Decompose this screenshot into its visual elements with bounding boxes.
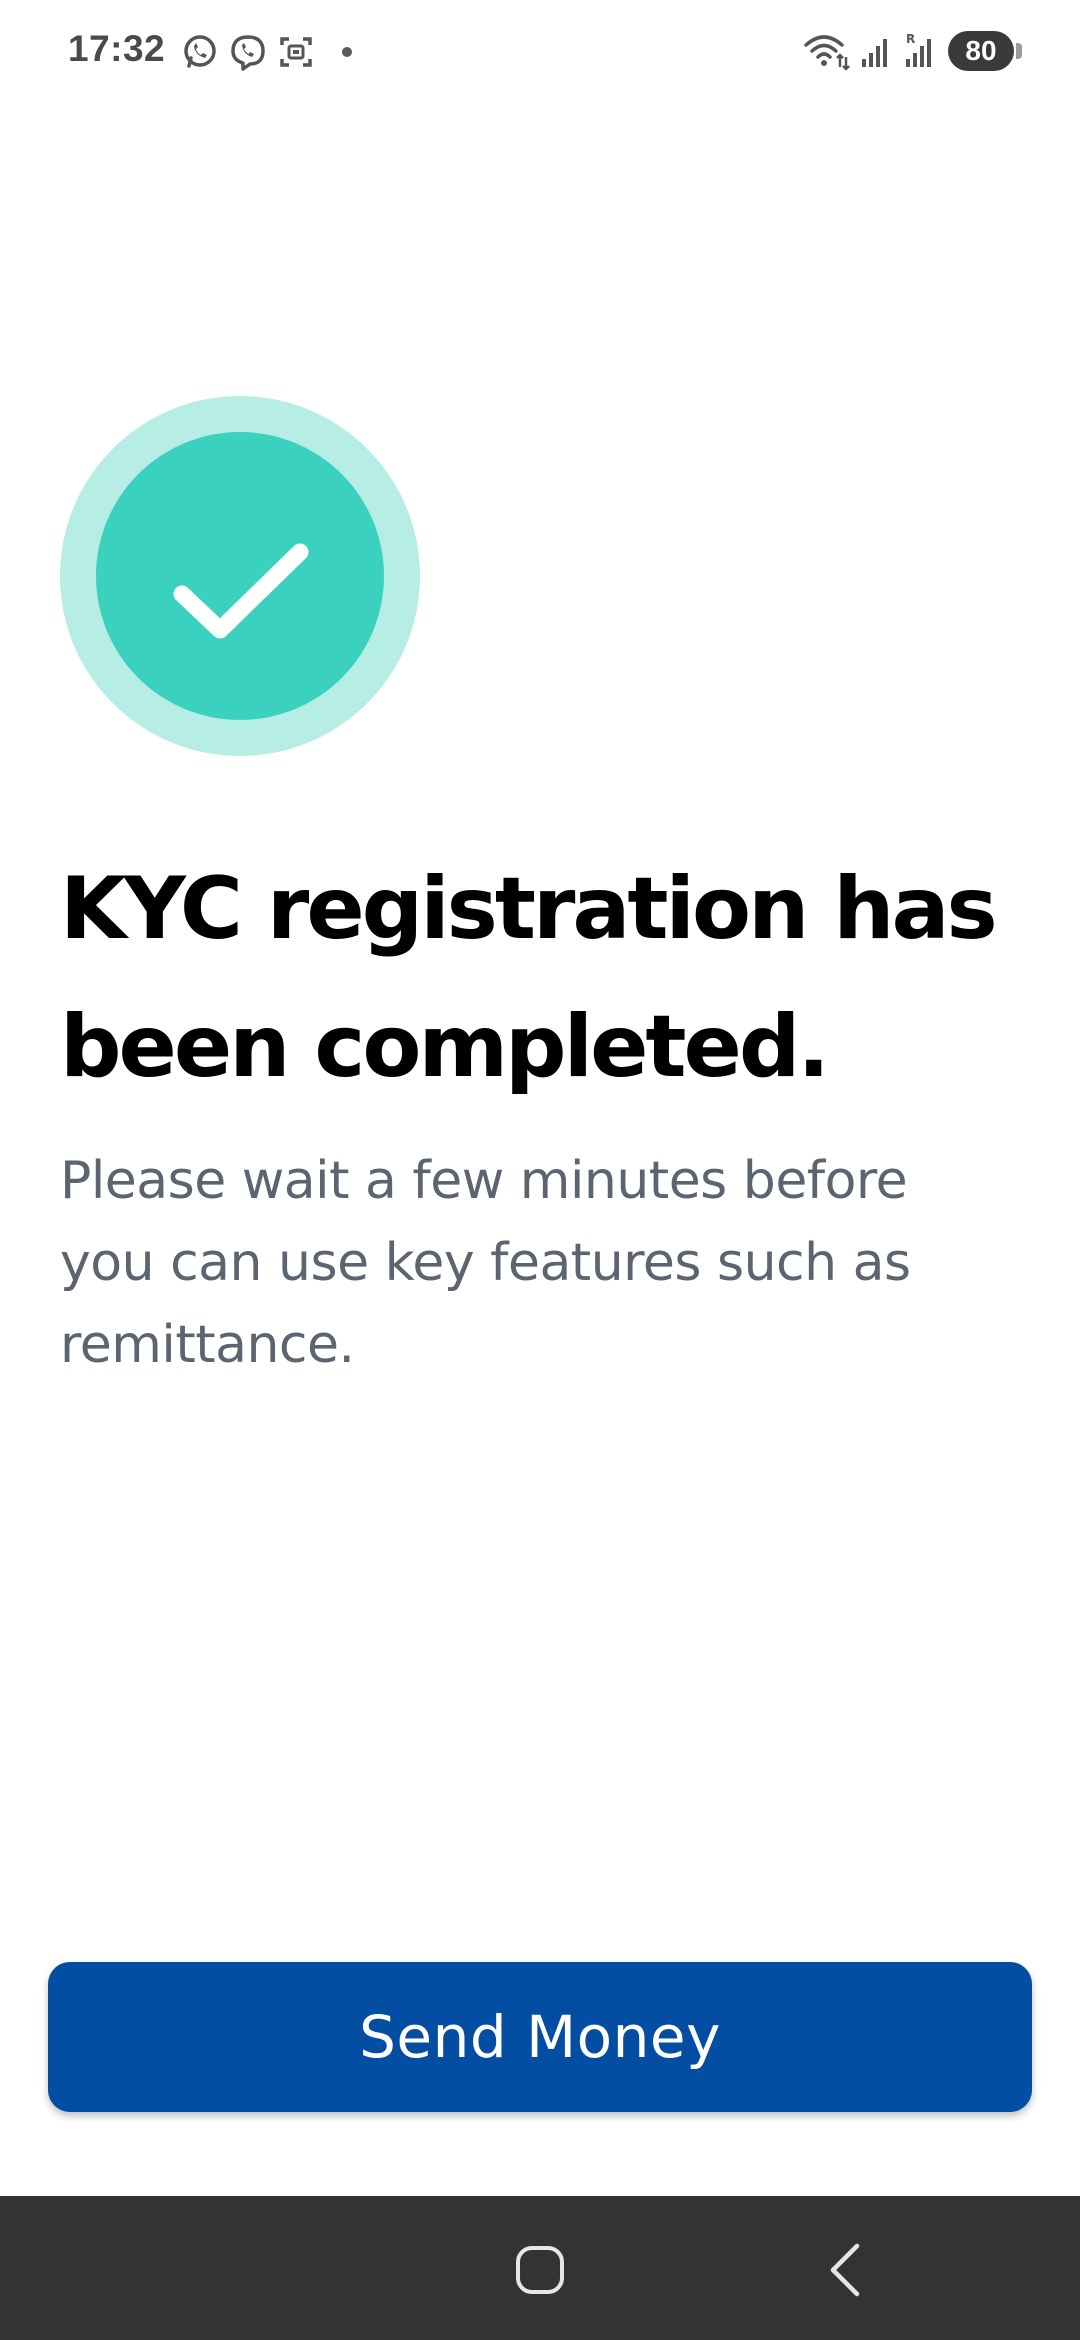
success-badge [60, 396, 420, 756]
back-icon[interactable] [800, 2238, 890, 2302]
home-icon[interactable] [490, 2238, 590, 2302]
page-title: KYC registration has been completed. [60, 859, 998, 1097]
status-time: 17:32 [68, 28, 166, 69]
screenshot-icon [276, 32, 316, 72]
battery-icon: 80 [948, 31, 1022, 71]
wifi-icon [802, 31, 850, 71]
whatsapp-icon [180, 32, 220, 72]
navigation-bar [0, 2196, 1080, 2340]
notification-dot [342, 47, 352, 57]
signal-roaming-icon: R [904, 31, 938, 71]
page-description: Please wait a few minutes before you can… [60, 1151, 911, 1375]
signal-icon [860, 31, 894, 71]
system-icons: R 80 [802, 28, 1022, 74]
viber-icon [228, 32, 268, 72]
notification-icons [180, 30, 352, 74]
svg-text:R: R [906, 32, 915, 46]
send-money-button[interactable]: Send Money [48, 1962, 1032, 2112]
status-bar: 17:32 R 80 [0, 0, 1080, 104]
check-icon [60, 396, 420, 756]
